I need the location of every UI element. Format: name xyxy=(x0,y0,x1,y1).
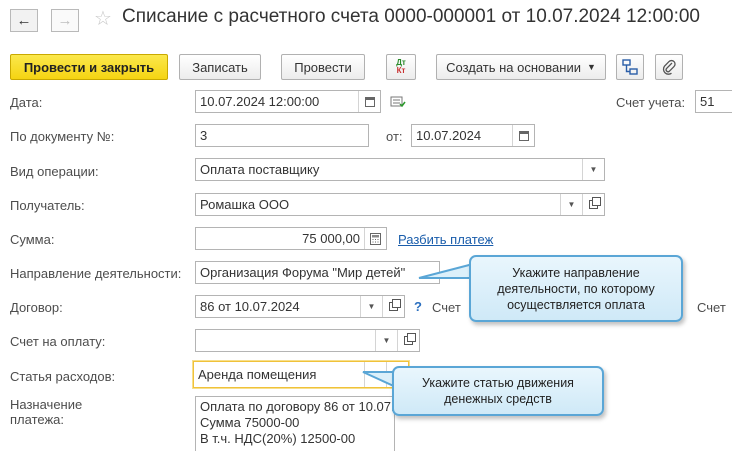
hierarchy-icon xyxy=(622,59,638,75)
calendar-icon[interactable] xyxy=(512,125,534,146)
back-button[interactable]: ← xyxy=(10,9,38,32)
direction-label: Направление деятельности: xyxy=(10,266,182,281)
chevron-down-icon[interactable]: ▼ xyxy=(560,194,582,215)
calendar-icon[interactable] xyxy=(358,91,380,112)
expense-item-label: Статья расходов: xyxy=(10,369,116,384)
date-label: Дата: xyxy=(10,95,43,110)
doc-number-field[interactable]: 3 xyxy=(195,124,369,147)
recipient-label: Получатель: xyxy=(10,198,85,213)
split-payment-link[interactable]: Разбить платеж xyxy=(398,232,493,247)
amount-label: Сумма: xyxy=(10,232,55,247)
arrow-left-icon: ← xyxy=(16,12,32,29)
arrow-right-icon: → xyxy=(57,12,73,29)
page-title: Списание с расчетного счета 0000-000001 … xyxy=(122,6,700,27)
structure-button[interactable] xyxy=(616,54,644,80)
from-date-label: от: xyxy=(386,129,403,144)
operation-type-select[interactable]: Оплата поставщику ▼ xyxy=(195,158,605,181)
chevron-down-icon: ▼ xyxy=(586,62,596,72)
kt-icon: Кт xyxy=(396,66,406,75)
chevron-down-icon[interactable]: ▼ xyxy=(582,159,604,180)
purpose-label: Назначение платежа: xyxy=(10,397,83,427)
direction-field[interactable]: Организация Форума "Мир детей" xyxy=(195,261,440,284)
direction-tooltip: Укажите направление деятельности, по кот… xyxy=(469,255,683,322)
paperclip-icon xyxy=(662,59,676,75)
open-icon[interactable] xyxy=(397,330,419,351)
post-button[interactable]: Провести xyxy=(281,54,365,80)
open-icon[interactable] xyxy=(582,194,604,215)
purpose-line: Сумма 75000-00 xyxy=(200,415,300,430)
from-date-field[interactable]: 10.07.2024 xyxy=(411,124,535,147)
amount-field[interactable]: 75 000,00 xyxy=(195,227,387,250)
save-button[interactable]: Записать xyxy=(179,54,261,80)
recipient-field[interactable]: Ромашка ООО ▼ xyxy=(195,193,605,216)
contract-field[interactable]: 86 от 10.07.2024 ▼ xyxy=(195,295,405,318)
purpose-textarea[interactable]: Оплата по договору 86 от 10.07.2024 Сумм… xyxy=(195,396,395,451)
contract-label: Договор: xyxy=(10,300,63,315)
forward-button[interactable]: → xyxy=(51,9,79,32)
account-label: Счет учета: xyxy=(616,95,686,110)
expense-tooltip: Укажите статью движения денежных средств xyxy=(392,366,604,416)
chevron-down-icon[interactable]: ▼ xyxy=(360,296,382,317)
dt-kt-button[interactable]: Дт Кт xyxy=(386,54,416,80)
list-status-icon[interactable] xyxy=(390,96,406,111)
account-mid-label: Счет xyxy=(432,300,461,315)
date-field[interactable]: 10.07.2024 12:00:00 xyxy=(195,90,381,113)
account-field[interactable]: 51 xyxy=(695,90,732,113)
invoice-field[interactable]: ▼ xyxy=(195,329,420,352)
doc-number-label: По документу №: xyxy=(10,129,115,144)
invoice-label: Счет на оплату: xyxy=(10,334,106,349)
create-based-on-button[interactable]: Создать на основании ▼ xyxy=(436,54,606,80)
chevron-down-icon[interactable]: ▼ xyxy=(375,330,397,351)
callout-pointer xyxy=(418,262,474,279)
operation-type-label: Вид операции: xyxy=(10,164,99,179)
attach-button[interactable] xyxy=(655,54,683,80)
account-right-label: Счет xyxy=(697,300,726,315)
post-and-close-button[interactable]: Провести и закрыть xyxy=(10,54,168,80)
help-icon[interactable]: ? xyxy=(414,299,422,314)
open-icon[interactable] xyxy=(382,296,404,317)
purpose-line: Оплата по договору 86 от 10.07.2024 xyxy=(200,399,394,414)
purpose-line: В т.ч. НДС(20%) 12500-00 xyxy=(200,431,356,446)
favorite-star-icon[interactable]: ☆ xyxy=(94,6,112,31)
calculator-icon[interactable] xyxy=(364,228,386,249)
